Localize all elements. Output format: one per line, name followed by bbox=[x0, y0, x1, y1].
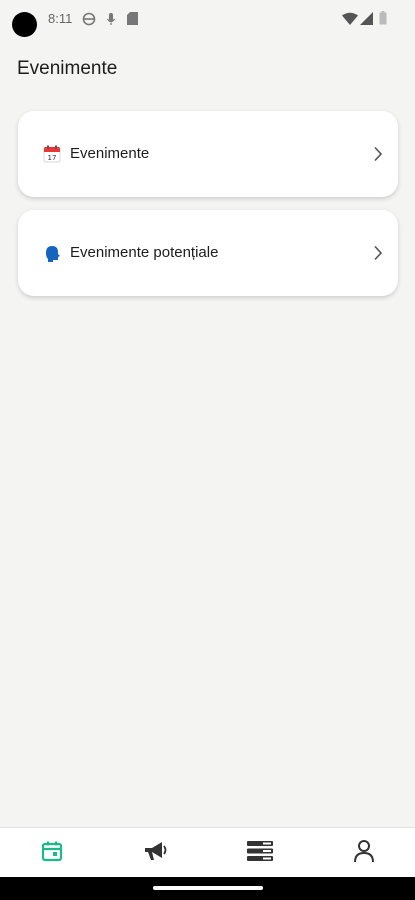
system-navigation-area bbox=[0, 877, 415, 900]
page-title: Evenimente bbox=[17, 58, 118, 79]
status-time: 8:11 bbox=[48, 11, 73, 26]
nav-tab-announcements[interactable] bbox=[104, 828, 207, 878]
battery-icon bbox=[379, 11, 387, 30]
nav-tab-events[interactable] bbox=[0, 828, 103, 878]
nav-tab-profile[interactable] bbox=[312, 828, 415, 878]
megaphone-icon bbox=[143, 839, 169, 868]
sd-card-icon bbox=[127, 12, 138, 30]
card-evenimente-potentiale[interactable]: Evenimente potențiale bbox=[18, 210, 398, 296]
vpn-icon bbox=[82, 12, 96, 31]
mic-icon bbox=[106, 12, 116, 31]
gesture-handle[interactable] bbox=[153, 886, 263, 890]
camera-cutout bbox=[12, 12, 37, 37]
nav-tab-list[interactable] bbox=[208, 828, 311, 878]
calendar-icon bbox=[41, 840, 63, 867]
svg-text:17: 17 bbox=[48, 154, 57, 162]
chevron-right-icon bbox=[373, 146, 383, 167]
card-label: Evenimente bbox=[70, 145, 150, 162]
card-label: Evenimente potențiale bbox=[70, 244, 219, 261]
bottom-navigation bbox=[0, 827, 415, 878]
chevron-right-icon bbox=[373, 245, 383, 266]
list-icon bbox=[246, 840, 273, 867]
card-evenimente[interactable]: 17 Evenimente bbox=[18, 111, 398, 197]
status-bar: 8:11 bbox=[0, 0, 415, 40]
calendar-emoji-icon: 17 bbox=[43, 145, 61, 163]
person-icon bbox=[353, 839, 375, 868]
speaking-head-icon bbox=[43, 244, 61, 262]
wifi-icon bbox=[342, 12, 358, 30]
signal-icon bbox=[360, 12, 373, 30]
